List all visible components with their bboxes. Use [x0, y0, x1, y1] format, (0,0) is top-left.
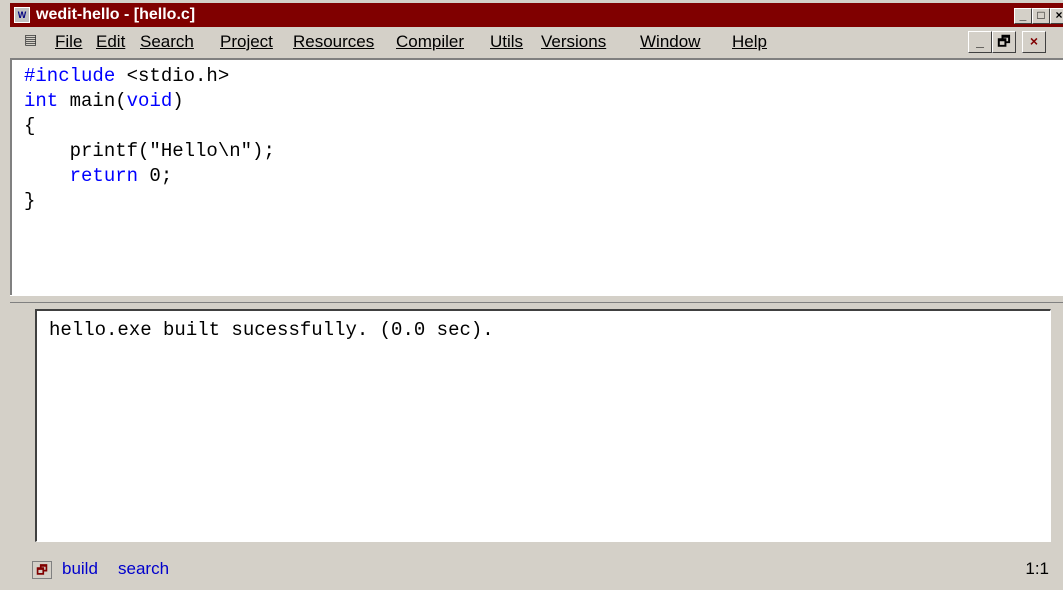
- doc-minimize-button[interactable]: _: [968, 31, 992, 53]
- maximize-button[interactable]: □: [1032, 8, 1050, 24]
- title-bar[interactable]: W wedit-hello - [hello.c] _ □ ×: [10, 3, 1063, 27]
- menu-edit[interactable]: Edit: [96, 32, 125, 52]
- close-button[interactable]: ×: [1050, 8, 1063, 24]
- status-bar: 🗗 build search 1:1: [10, 555, 1063, 590]
- code-line: #include <stdio.h>: [24, 65, 230, 87]
- menu-window[interactable]: Window: [640, 32, 700, 52]
- tab-build[interactable]: build: [62, 559, 98, 579]
- menu-file[interactable]: File: [55, 32, 82, 52]
- code-line: }: [24, 190, 36, 212]
- menu-compiler[interactable]: Compiler: [396, 32, 464, 52]
- code-line: int main(void): [24, 90, 184, 112]
- restore-pane-icon[interactable]: 🗗: [32, 561, 52, 579]
- code-text[interactable]: #include <stdio.h> int main(void) { prin…: [24, 64, 275, 214]
- menu-search[interactable]: Search: [140, 32, 194, 52]
- close-icon: ×: [1055, 8, 1063, 22]
- doc-restore-button[interactable]: 🗗: [992, 31, 1016, 53]
- maximize-icon: □: [1037, 8, 1045, 22]
- pane-splitter[interactable]: [10, 295, 1063, 303]
- minimize-icon: _: [976, 33, 984, 49]
- build-output-text: hello.exe built sucessfully. (0.0 sec).: [49, 319, 494, 341]
- doc-close-button[interactable]: ×: [1022, 31, 1046, 53]
- menu-versions[interactable]: Versions: [541, 32, 606, 52]
- menu-help[interactable]: Help: [732, 32, 767, 52]
- code-editor[interactable]: #include <stdio.h> int main(void) { prin…: [10, 58, 1063, 295]
- code-line: printf("Hello\n");: [24, 140, 275, 162]
- menu-resources[interactable]: Resources: [293, 32, 374, 52]
- restore-icon: 🗗: [997, 33, 1011, 49]
- tab-search[interactable]: search: [118, 559, 169, 579]
- application-window: W wedit-hello - [hello.c] _ □ × ▤ File E…: [0, 0, 1063, 590]
- menu-bar: ▤ File Edit Search Project Resources Com…: [10, 27, 1063, 58]
- cursor-position: 1:1: [1025, 559, 1049, 578]
- app-icon[interactable]: W: [14, 7, 30, 23]
- minimize-button[interactable]: _: [1014, 8, 1032, 24]
- code-line: return 0;: [69, 165, 173, 187]
- window-title: wedit-hello - [hello.c]: [36, 6, 196, 23]
- menu-project[interactable]: Project: [220, 32, 273, 52]
- minimize-icon: _: [1019, 8, 1027, 22]
- code-line: {: [24, 115, 36, 137]
- menu-utils[interactable]: Utils: [490, 32, 523, 52]
- output-pane[interactable]: hello.exe built sucessfully. (0.0 sec).: [35, 309, 1051, 542]
- document-icon[interactable]: ▤: [24, 32, 42, 50]
- close-icon: ×: [1029, 33, 1039, 49]
